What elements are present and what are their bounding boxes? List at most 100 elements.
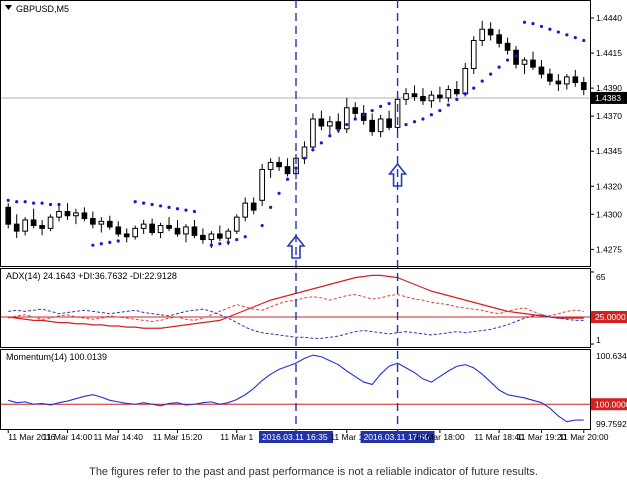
candle-body: [132, 227, 139, 238]
time-tick-label: 11 Mar 20:00: [559, 432, 609, 442]
candle-body: [403, 93, 409, 100]
candle-body: [39, 225, 45, 229]
sar-dot: [370, 108, 374, 113]
sar-dot: [302, 156, 307, 160]
candle-body: [327, 121, 333, 127]
sar-dot: [522, 20, 527, 24]
sar-dot: [319, 141, 323, 145]
sar-dot: [353, 117, 357, 121]
sar-dot: [345, 122, 349, 127]
adx-tick-label: 65: [596, 272, 606, 282]
sar-dot: [32, 201, 36, 205]
candle-body: [453, 89, 460, 95]
candle-body: [267, 161, 274, 170]
sar-dot: [91, 243, 95, 247]
sar-dot: [404, 122, 408, 127]
price-tick-label: 1.4440: [596, 13, 622, 23]
sar-dot: [505, 58, 510, 62]
candle-body: [470, 39, 477, 69]
candle-body: [259, 168, 265, 201]
candle-body: [166, 225, 172, 229]
time-tick-label: 11 Mar 14:40: [94, 432, 144, 442]
sar-dot: [218, 242, 222, 246]
price-tick-label: 1.4300: [596, 209, 622, 219]
time-tick-label: 11 Mar 1: [220, 432, 253, 442]
disclaimer-text: The figures refer to the past and past p…: [89, 466, 538, 478]
candle-body: [284, 166, 291, 175]
candle-body: [216, 233, 223, 239]
momentum-tick-label: 100.6348: [596, 351, 627, 361]
adx-level-label: 25.0000: [595, 312, 626, 322]
sar-dot: [167, 205, 171, 209]
candle-body: [555, 80, 562, 85]
candle-body: [157, 225, 164, 234]
candle-body: [377, 118, 384, 133]
sar-dot: [142, 201, 146, 205]
current-price-label: 1.4383: [595, 93, 621, 103]
sar-dot: [150, 202, 154, 207]
candle-body: [369, 119, 376, 133]
sar-dot: [489, 72, 493, 76]
sar-dot: [480, 79, 484, 83]
candle-body: [538, 66, 545, 75]
sar-dot: [260, 223, 264, 228]
candle-body: [106, 220, 113, 228]
candle-body: [310, 118, 316, 148]
sar-dot: [116, 239, 120, 243]
sar-dot: [472, 86, 476, 90]
candle-body: [64, 211, 71, 217]
candle-body: [81, 212, 88, 220]
adx-tick-label: 1: [596, 335, 601, 345]
sar-dot: [463, 92, 467, 96]
candle-body: [90, 218, 96, 225]
candle-body: [98, 220, 105, 225]
candle-body: [225, 230, 232, 239]
candle-body: [352, 107, 359, 114]
sar-dot: [328, 134, 332, 138]
sar-dot: [531, 22, 535, 26]
sar-dot: [243, 235, 247, 239]
candle-body: [200, 234, 206, 241]
sar-dot: [514, 54, 518, 58]
sar-dot: [412, 120, 417, 124]
sar-dot: [539, 24, 544, 29]
candle-body: [504, 42, 511, 51]
sar-dot: [573, 36, 577, 40]
time-tick-label: 11 Mar 1: [330, 432, 363, 442]
candle-body: [30, 219, 37, 227]
candle-body: [386, 118, 392, 128]
sar-dot: [57, 202, 61, 207]
candle-body: [437, 94, 443, 99]
candle-body: [47, 216, 54, 229]
sar-dot: [99, 242, 103, 246]
candle-body: [530, 59, 536, 68]
price-tick-label: 1.4370: [596, 111, 622, 121]
momentum-title: Momentum(14) 100.0139: [6, 352, 107, 362]
sar-dot: [362, 113, 366, 117]
sar-dot: [235, 237, 239, 242]
sar-dot: [455, 97, 459, 101]
candle-body: [411, 93, 418, 98]
candle-body: [276, 161, 282, 168]
sar-dot: [23, 200, 27, 204]
sar-dot: [192, 209, 197, 214]
candle-body: [174, 227, 181, 235]
candle-body: [183, 226, 189, 235]
price-tick-label: 1.4345: [596, 146, 622, 156]
sar-dot: [158, 204, 163, 208]
sar-dot: [48, 202, 53, 207]
sar-dot: [565, 33, 569, 37]
sar-dot: [175, 207, 180, 211]
candle-body: [479, 28, 486, 41]
sar-dot: [15, 200, 19, 204]
momentum-level-label: 100.0000: [595, 399, 627, 409]
candle-body: [564, 76, 570, 85]
candle-body: [487, 28, 494, 36]
candle-body: [572, 76, 579, 84]
sar-dot: [446, 103, 450, 107]
candle-body: [250, 202, 257, 211]
sar-dot: [285, 177, 290, 181]
candle-body: [420, 96, 426, 102]
sar-dot: [108, 240, 112, 244]
candle-body: [233, 216, 240, 232]
